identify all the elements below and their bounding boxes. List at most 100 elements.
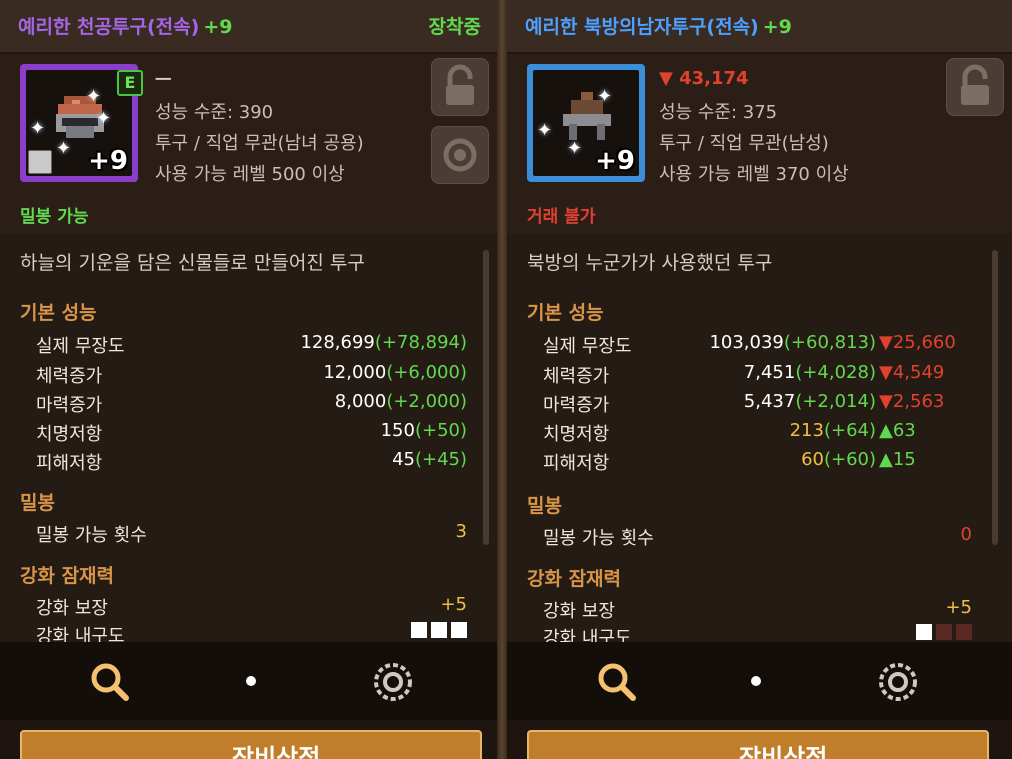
item-header: 예리한 북방의남자투구(전속) +9 bbox=[507, 0, 1012, 54]
scrollbar[interactable] bbox=[483, 250, 489, 545]
stat-diff: ▲63 bbox=[879, 420, 916, 441]
stat-value: 45(+45) bbox=[392, 449, 467, 470]
panel-divider bbox=[497, 0, 507, 759]
trade-status: 거래 불가 bbox=[527, 207, 596, 227]
item-description: 하늘의 기운을 담은 신물들로 만들어진 투구 bbox=[20, 252, 365, 274]
shop-button[interactable]: 장비상점 bbox=[527, 730, 989, 759]
stat-label: 피해저항 bbox=[543, 453, 610, 474]
compare-item-panel: 예리한 북방의남자투구(전속) +9 ✦ ✦ ✦ +9 ▼ 43,174 성능 수… bbox=[507, 0, 1012, 759]
shop-button[interactable]: 장비상점 bbox=[20, 730, 482, 759]
stat-label: 피해저항 bbox=[36, 453, 103, 474]
stat-value: 7,451(+4,028) bbox=[743, 362, 876, 383]
stat-label: 마력증가 bbox=[36, 395, 103, 416]
item-enhance-level: +9 bbox=[762, 16, 792, 38]
stat-diff: ▼4,549 bbox=[879, 362, 945, 383]
basic-stats-title: 기본 성능 bbox=[20, 302, 97, 324]
sparkle-icon: ✦ bbox=[30, 118, 46, 139]
item-type: 투구 / 직업 무관(남녀 공용) bbox=[155, 133, 364, 154]
seal-count-value: 3 bbox=[455, 521, 467, 542]
seal-count-label: 밀봉 가능 횟수 bbox=[36, 525, 147, 546]
stat-label: 실제 무장도 bbox=[543, 336, 632, 357]
item-stats: 북방의 누군가가 사용했던 투구 기본 성능 실제 무장도 103,039(+6… bbox=[507, 234, 1012, 649]
durability-bars bbox=[407, 622, 467, 642]
scrollbar[interactable] bbox=[992, 250, 998, 545]
item-name: 예리한 북방의남자투구(전속) +9 bbox=[525, 16, 792, 38]
stat-value: 213(+64) bbox=[789, 420, 876, 441]
page-dot bbox=[751, 676, 761, 686]
required-level: 사용 가능 레벨 370 이상 bbox=[659, 164, 849, 185]
required-level: 사용 가능 레벨 500 이상 bbox=[155, 164, 345, 185]
stat-diff: ▼25,660 bbox=[879, 332, 956, 353]
enhance-guarantee-label: 강화 보장 bbox=[36, 598, 108, 619]
durability-bar bbox=[411, 622, 427, 638]
seal-title: 밀봉 bbox=[527, 495, 562, 517]
spiral-icon[interactable] bbox=[371, 660, 415, 704]
lock-button[interactable] bbox=[946, 58, 1004, 116]
durability-bars bbox=[912, 624, 972, 644]
stat-label: 실제 무장도 bbox=[36, 336, 125, 357]
stat-value: 60(+60) bbox=[801, 449, 876, 470]
enhance-guarantee-label: 강화 보장 bbox=[543, 601, 615, 622]
sparkle-icon: ✦ bbox=[96, 108, 112, 129]
stat-label: 치명저항 bbox=[543, 424, 610, 445]
equipped-item-panel: 예리한 천공투구(전속) +9 장착중 ✦ ✦ ✦ ✦ +9 E ㅡ 성능 수준… bbox=[0, 0, 497, 759]
action-bar bbox=[0, 642, 497, 720]
stat-value: 150(+50) bbox=[380, 420, 467, 441]
power-level: 성능 수준: 390 bbox=[155, 102, 274, 123]
durability-bar bbox=[431, 622, 447, 638]
page-dot bbox=[246, 676, 256, 686]
sparkle-icon: ✦ bbox=[537, 120, 553, 141]
magnifier-icon[interactable] bbox=[595, 660, 639, 704]
item-name: 예리한 천공투구(전속) +9 bbox=[18, 16, 233, 38]
item-set-chip bbox=[28, 150, 52, 174]
enhance-title: 강화 잠재력 bbox=[527, 568, 622, 590]
equipped-badge: E bbox=[117, 70, 143, 96]
seal-title: 밀봉 bbox=[20, 492, 55, 514]
transfer-button[interactable] bbox=[431, 126, 489, 184]
item-icon-frame[interactable]: ✦ ✦ ✦ +9 bbox=[527, 64, 645, 182]
lock-button[interactable] bbox=[431, 58, 489, 116]
spiral-icon[interactable] bbox=[876, 660, 920, 704]
trade-status: 밀봉 가능 bbox=[20, 207, 89, 227]
sparkle-icon: ✦ bbox=[597, 86, 613, 107]
seal-count-label: 밀봉 가능 횟수 bbox=[543, 528, 654, 549]
item-summary: ✦ ✦ ✦ ✦ +9 E ㅡ 성능 수준: 390 투구 / 직업 무관(남녀 … bbox=[0, 54, 497, 234]
stat-label: 마력증가 bbox=[543, 395, 610, 416]
stat-label: 치명저항 bbox=[36, 424, 103, 445]
sparkle-icon: ✦ bbox=[567, 138, 583, 159]
enhance-guarantee-value: +5 bbox=[440, 594, 467, 615]
icon-enhance-level: +9 bbox=[595, 146, 635, 176]
durability-bar bbox=[916, 624, 932, 640]
item-type: 투구 / 직업 무관(남성) bbox=[659, 133, 829, 154]
compare-value: ㅡ bbox=[155, 70, 172, 91]
item-summary: ✦ ✦ ✦ +9 ▼ 43,174 성능 수준: 375 투구 / 직업 무관(… bbox=[507, 54, 1012, 234]
stat-diff: ▲15 bbox=[879, 449, 916, 470]
item-icon-frame[interactable]: ✦ ✦ ✦ ✦ +9 E bbox=[20, 64, 143, 182]
basic-stats-title: 기본 성능 bbox=[527, 302, 604, 324]
stat-value: 5,437(+2,014) bbox=[743, 391, 876, 412]
unlock-icon bbox=[961, 64, 989, 105]
sparkle-icon: ✦ bbox=[56, 138, 72, 159]
durability-bar bbox=[936, 624, 952, 640]
durability-bar bbox=[451, 622, 467, 638]
seal-count-value: 0 bbox=[960, 524, 972, 545]
enhance-title: 강화 잠재력 bbox=[20, 565, 115, 587]
equipped-status: 장착중 bbox=[428, 16, 481, 38]
durability-bar bbox=[956, 624, 972, 640]
item-header: 예리한 천공투구(전속) +9 장착중 bbox=[0, 0, 497, 54]
shop-button-label: 장비상점 bbox=[232, 744, 321, 759]
stat-value: 12,000(+6,000) bbox=[323, 362, 467, 383]
enhance-guarantee-value: +5 bbox=[945, 597, 972, 618]
item-stats: 하늘의 기운을 담은 신물들로 만들어진 투구 기본 성능 실제 무장도 128… bbox=[0, 234, 497, 647]
item-enhance-level: +9 bbox=[203, 16, 233, 38]
stat-diff: ▼2,563 bbox=[879, 391, 945, 412]
cycle-icon bbox=[443, 138, 477, 172]
stat-value: 128,699(+78,894) bbox=[300, 332, 467, 353]
unlock-icon bbox=[446, 64, 474, 105]
stat-value: 8,000(+2,000) bbox=[334, 391, 467, 412]
shop-button-label: 장비상점 bbox=[739, 744, 828, 759]
icon-enhance-level: +9 bbox=[88, 146, 128, 176]
stat-label: 체력증가 bbox=[543, 366, 610, 387]
compare-value: ▼ 43,174 bbox=[659, 68, 749, 89]
magnifier-icon[interactable] bbox=[88, 660, 132, 704]
